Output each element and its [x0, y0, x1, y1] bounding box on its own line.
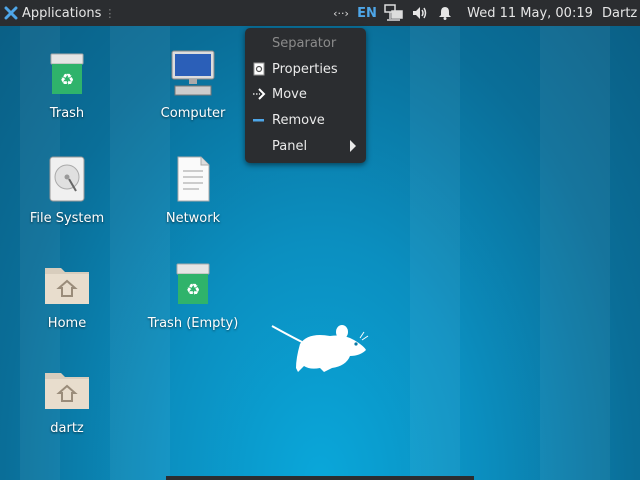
applications-label: Applications: [22, 5, 102, 21]
notification-bell-icon[interactable]: [436, 0, 454, 26]
desktop-icon-file-system[interactable]: File System: [12, 155, 122, 226]
top-panel: Applications ⋮ ‹··› EN Wed 11 May, 00:19…: [0, 0, 640, 26]
menu-item-move[interactable]: Move: [245, 82, 366, 106]
wallpaper-streak: [540, 26, 610, 480]
desktop-icon-dartz[interactable]: dartz: [12, 365, 122, 436]
clock[interactable]: Wed 11 May, 00:19: [462, 0, 598, 26]
desktop-icon-home[interactable]: Home: [12, 260, 122, 331]
desktop-icon-network[interactable]: Network: [138, 155, 248, 226]
desktop-icon-trash[interactable]: ♻ Trash: [12, 50, 122, 121]
menu-item-remove[interactable]: Remove: [245, 108, 366, 132]
panel-context-menu: Separator Properties Move Remove Panel: [245, 28, 366, 163]
submenu-arrow-icon: [350, 140, 356, 152]
xfce-mouse-wallpaper-logo: [271, 325, 369, 372]
network-icon[interactable]: [382, 0, 406, 26]
svg-text:♻: ♻: [186, 280, 200, 299]
properties-icon: [245, 62, 272, 76]
move-icon: [245, 88, 272, 100]
desktop-icon-computer[interactable]: Computer: [138, 50, 248, 121]
language-indicator[interactable]: EN: [356, 0, 378, 26]
keyboard-indicator[interactable]: ‹··›: [330, 0, 352, 26]
remove-icon: [245, 118, 272, 122]
menu-item-panel[interactable]: Panel: [245, 134, 366, 158]
volume-icon[interactable]: [410, 0, 430, 26]
home-folder-icon: [45, 373, 89, 409]
home-folder-icon: [45, 268, 89, 304]
menu-item-properties[interactable]: Properties: [245, 57, 366, 81]
harddrive-icon: [49, 156, 85, 202]
network-document-icon: [177, 156, 210, 202]
bottom-panel: [166, 476, 474, 480]
computer-icon: [171, 50, 215, 96]
trash-icon: ♻: [176, 263, 210, 304]
svg-text:♻: ♻: [60, 70, 74, 89]
panel-separator-handle[interactable]: ⋮: [104, 7, 115, 20]
trash-icon: ♻: [50, 53, 84, 94]
menu-title: Separator: [272, 35, 337, 51]
wallpaper-streak: [410, 26, 460, 480]
desktop-icon-trash-empty[interactable]: ♻ Trash (Empty): [138, 260, 248, 331]
applications-menu-button[interactable]: Applications ⋮: [0, 0, 119, 26]
xfce-logo-icon: [4, 6, 18, 20]
user-menu[interactable]: Dartz: [602, 0, 640, 26]
